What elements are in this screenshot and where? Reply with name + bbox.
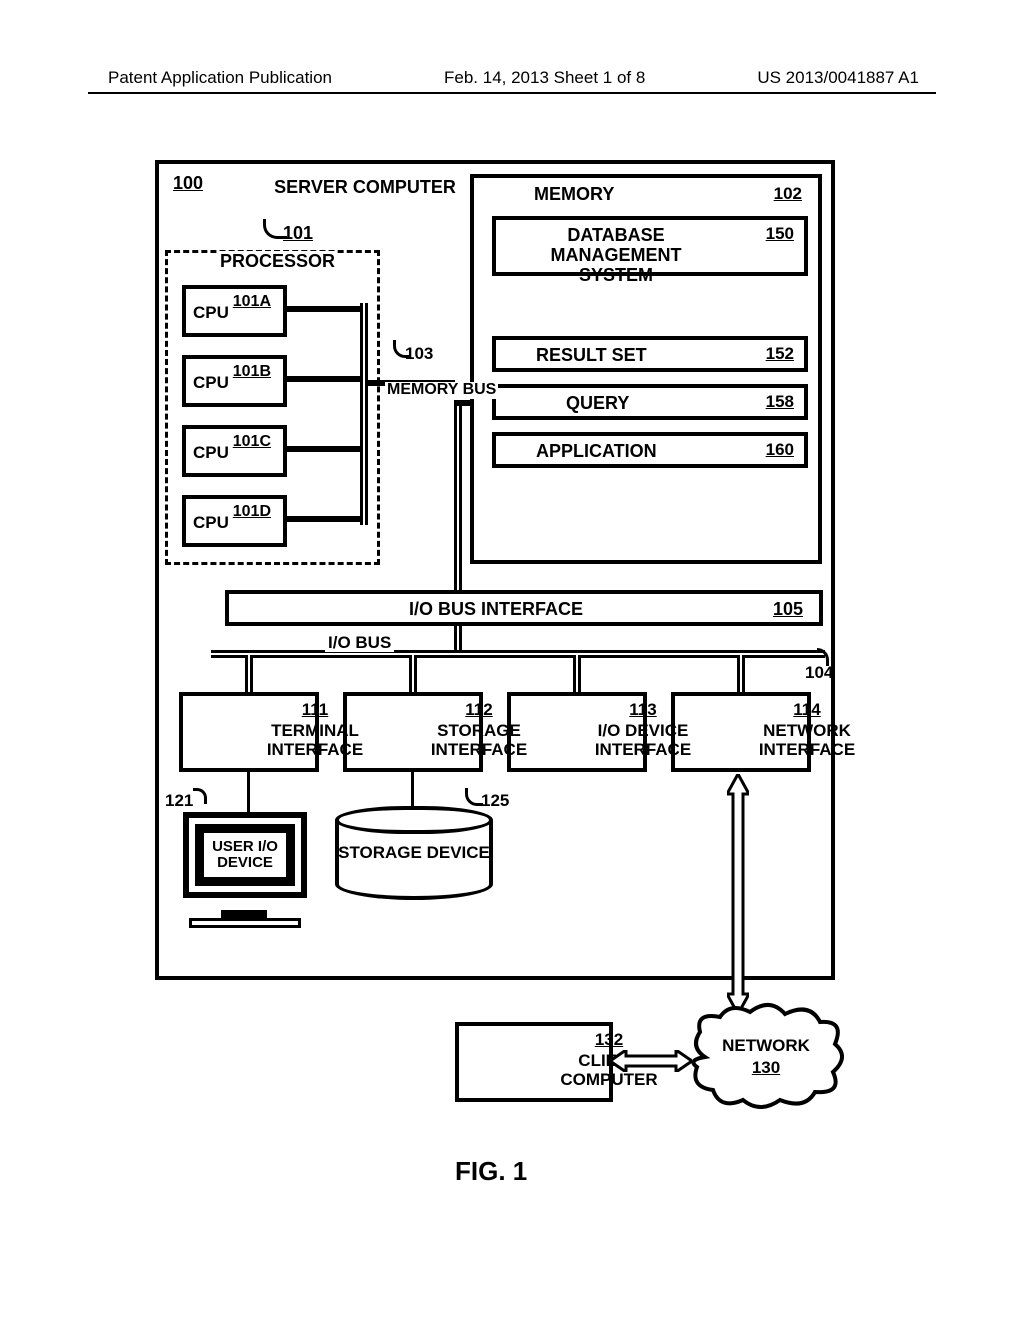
- io-bus-horizontal: [211, 650, 825, 658]
- bus-cpu-a: [283, 306, 363, 312]
- membus-to-iobusif-stub: [454, 626, 462, 652]
- label-network-if: NETWORK INTERFACE: [741, 722, 873, 759]
- header-left: Patent Application Publication: [108, 68, 332, 88]
- label-processor: PROCESSOR: [218, 251, 337, 272]
- client-computer-box: 132 CLIENT COMPUTER: [455, 1022, 613, 1102]
- ref-104: 104: [805, 664, 833, 682]
- monitor-screen: USER I/O DEVICE: [195, 824, 295, 886]
- cpu-label: CPU: [193, 513, 229, 533]
- network-cloud: NETWORK 130: [685, 1002, 847, 1112]
- ref-114: 114: [741, 700, 873, 720]
- vbus-iodev: [573, 655, 581, 693]
- monitor-stand: [221, 910, 267, 918]
- monitor-frame: USER I/O DEVICE: [183, 812, 307, 898]
- label-user-io: USER I/O DEVICE: [204, 839, 286, 871]
- bus-cpu-d: [283, 516, 363, 522]
- bus-cpu-c: [283, 446, 363, 452]
- header-center: Feb. 14, 2013 Sheet 1 of 8: [444, 68, 645, 88]
- cpu-label: CPU: [193, 303, 229, 323]
- header-right: US 2013/0041887 A1: [757, 68, 919, 88]
- vbus-net: [737, 655, 745, 693]
- label-application: APPLICATION: [536, 442, 657, 462]
- terminal-interface-box: 111 TERMINAL INTERFACE: [179, 692, 319, 772]
- query-box: QUERY 158: [492, 384, 808, 420]
- cpu-101a: CPU 101A: [182, 285, 287, 337]
- label-io-bus: I/O BUS: [325, 634, 394, 652]
- ref-105: 105: [773, 599, 803, 620]
- ref-150: 150: [766, 224, 794, 244]
- ref-101b: 101B: [233, 363, 271, 381]
- ref-158: 158: [766, 392, 794, 412]
- cpu-label: CPU: [193, 373, 229, 393]
- ref-132: 132: [534, 1030, 684, 1050]
- ref-101a: 101A: [233, 293, 271, 311]
- page-header: Patent Application Publication Feb. 14, …: [0, 68, 1024, 88]
- resultset-box: RESULT SET 152: [492, 336, 808, 372]
- diagram-canvas: 100 SERVER COMPUTER 101 PROCESSOR CPU 10…: [155, 160, 835, 1100]
- memory-bus-vertical: [454, 400, 462, 592]
- label-network: NETWORK: [685, 1036, 847, 1056]
- monitor-base: [189, 918, 301, 928]
- ref-102: 102: [774, 184, 802, 204]
- ref-103: 103: [405, 345, 433, 363]
- ref-101: 101: [283, 223, 313, 244]
- arrow-netif-to-network: [727, 774, 749, 1014]
- ref-101c: 101C: [233, 433, 271, 451]
- io-bus-interface-box: I/O BUS INTERFACE 105: [225, 590, 823, 626]
- dbms-box: DATABASE MANAGEMENT SYSTEM 150: [492, 216, 808, 276]
- arrow-client-to-network: [610, 1050, 692, 1072]
- cpu-101c: CPU 101C: [182, 425, 287, 477]
- ref-160: 160: [766, 440, 794, 460]
- label-dbms: DATABASE MANAGEMENT SYSTEM: [526, 226, 706, 285]
- header-rule: [88, 92, 936, 94]
- cpu-label: CPU: [193, 443, 229, 463]
- storage-interface-box: 112 STORAGE INTERFACE: [343, 692, 483, 772]
- membus-to-mem: [457, 400, 471, 406]
- cpu-101d: CPU 101D: [182, 495, 287, 547]
- application-box: APPLICATION 160: [492, 432, 808, 468]
- bus-cpu-b: [283, 376, 363, 382]
- label-io-bus-if: I/O BUS INTERFACE: [409, 599, 583, 620]
- network-interface-box: 114 NETWORK INTERFACE: [671, 692, 811, 772]
- figure-caption: FIG. 1: [455, 1156, 527, 1187]
- label-memory: MEMORY: [534, 184, 614, 205]
- ref-130: 130: [685, 1058, 847, 1078]
- label-memory-bus: MEMORY BUS: [385, 382, 498, 399]
- cylinder-top: [335, 806, 493, 834]
- memory-box: MEMORY 102 DATABASE MANAGEMENT SYSTEM 15…: [470, 174, 822, 564]
- vbus-term: [245, 655, 253, 693]
- storage-device: STORAGE DEVICE: [335, 806, 493, 914]
- line-term-to-mon: [247, 772, 250, 812]
- vbus-stor: [409, 655, 417, 693]
- iodevice-interface-box: 113 I/O DEVICE INTERFACE: [507, 692, 647, 772]
- ref-101d: 101D: [233, 503, 271, 521]
- label-resultset: RESULT SET: [536, 346, 647, 366]
- label-server-computer: SERVER COMPUTER: [255, 178, 475, 197]
- ref-152: 152: [766, 344, 794, 364]
- line-stor-to-cyl: [411, 772, 414, 808]
- cpu-101b: CPU 101B: [182, 355, 287, 407]
- label-query: QUERY: [566, 394, 629, 414]
- ref-100: 100: [173, 174, 203, 193]
- label-storage-dev: STORAGE DEVICE: [335, 844, 493, 863]
- cpu-vertical-bus: [360, 303, 368, 525]
- user-io-device: USER I/O DEVICE: [177, 808, 315, 928]
